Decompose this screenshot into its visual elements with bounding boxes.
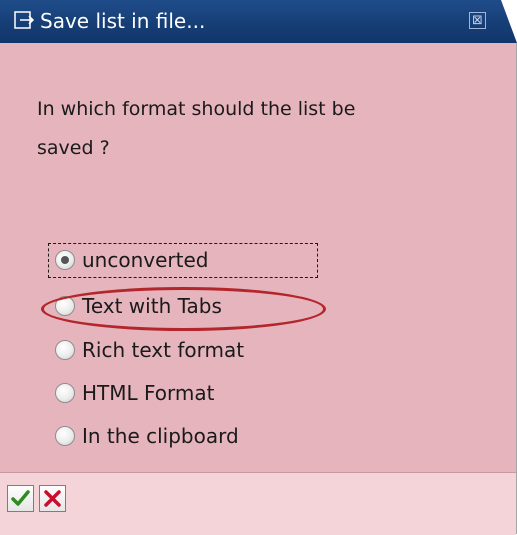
save-list-dialog: Save list in file... ⊠ In which format s… bbox=[0, 0, 517, 535]
radio-html-format[interactable] bbox=[55, 383, 75, 403]
option-html-format[interactable]: HTML Format bbox=[52, 379, 322, 409]
checkmark-icon bbox=[11, 490, 30, 506]
confirm-button[interactable] bbox=[7, 485, 34, 512]
radio-in-the-clipboard[interactable] bbox=[55, 426, 75, 446]
radio-rich-text-format[interactable] bbox=[55, 340, 75, 360]
option-label: In the clipboard bbox=[82, 424, 239, 448]
dialog-footer bbox=[0, 472, 516, 535]
option-label: unconverted bbox=[82, 248, 209, 272]
format-options: unconverted Text with Tabs Rich text for… bbox=[0, 0, 517, 460]
option-unconverted[interactable]: unconverted bbox=[52, 246, 322, 276]
option-label: HTML Format bbox=[82, 381, 215, 405]
cross-icon bbox=[44, 490, 61, 507]
option-label: Rich text format bbox=[82, 338, 245, 362]
option-rich-text-format[interactable]: Rich text format bbox=[52, 336, 322, 366]
radio-unconverted[interactable] bbox=[55, 250, 75, 270]
option-in-the-clipboard[interactable]: In the clipboard bbox=[52, 422, 322, 452]
cancel-button[interactable] bbox=[39, 485, 66, 512]
highlight-annotation bbox=[41, 287, 326, 331]
